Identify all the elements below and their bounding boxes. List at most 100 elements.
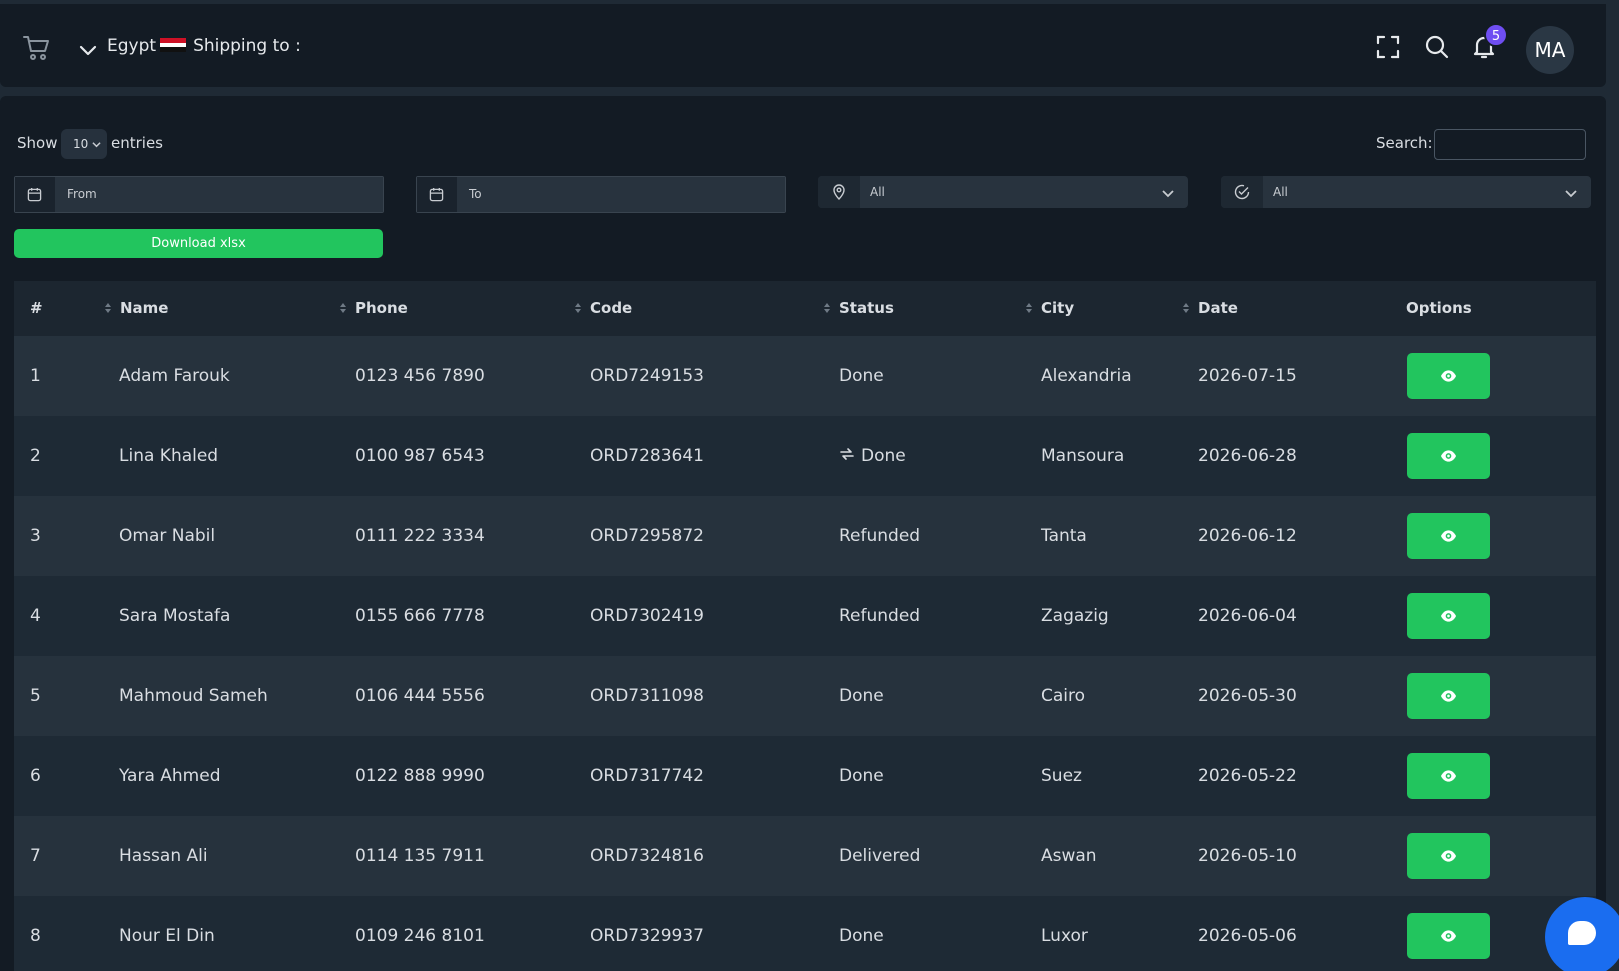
view-order-button[interactable] <box>1407 433 1490 479</box>
cell-status: Done <box>839 766 884 786</box>
search-icon[interactable] <box>1424 34 1450 60</box>
cell-code: ORD7249153 <box>590 366 704 386</box>
cell-date: 2026-05-30 <box>1198 686 1297 706</box>
cell-name: Omar Nabil <box>119 526 216 546</box>
column-header-phone[interactable]: Phone <box>355 281 408 336</box>
cart-icon[interactable] <box>22 34 50 62</box>
sort-icon[interactable] <box>823 302 831 314</box>
shipping-label: Shipping to : <box>193 36 301 56</box>
fullscreen-icon[interactable] <box>1375 34 1401 60</box>
column-header-city[interactable]: City <box>1041 281 1074 336</box>
view-order-button[interactable] <box>1407 593 1490 639</box>
calendar-icon <box>417 177 457 212</box>
status-filter-select[interactable]: All <box>1221 176 1591 208</box>
table-row: 2 Lina Khaled 0100 987 6543 ORD7283641 D… <box>14 416 1596 496</box>
column-header-code[interactable]: Code <box>590 281 632 336</box>
cell-number: 1 <box>30 366 41 386</box>
from-date-input[interactable]: From <box>55 177 383 212</box>
refresh-icon <box>840 448 854 460</box>
to-date-field[interactable]: To <box>416 176 786 213</box>
cell-date: 2026-06-28 <box>1198 446 1297 466</box>
from-date-field[interactable]: From <box>14 176 384 213</box>
cell-number: 6 <box>30 766 41 786</box>
cell-number: 3 <box>30 526 41 546</box>
cell-date: 2026-05-22 <box>1198 766 1297 786</box>
table-row: 5 Mahmoud Sameh 0106 444 5556 ORD7311098… <box>14 656 1596 736</box>
check-circle-icon <box>1221 176 1263 208</box>
sort-icon[interactable] <box>1025 302 1033 314</box>
view-order-button[interactable] <box>1407 673 1490 719</box>
cell-city: Zagazig <box>1041 606 1109 626</box>
cell-city: Suez <box>1041 766 1082 786</box>
table-row: 4 Sara Mostafa 0155 666 7778 ORD7302419 … <box>14 576 1596 656</box>
column-header-options: Options <box>1406 299 1472 317</box>
cell-phone: 0109 246 8101 <box>355 926 485 946</box>
cell-code: ORD7311098 <box>590 686 704 706</box>
search-label: Search: <box>1376 134 1433 152</box>
cell-status: Done <box>839 416 906 496</box>
show-label: Show <box>17 134 58 152</box>
table-row: 6 Yara Ahmed 0122 888 9990 ORD7317742 Do… <box>14 736 1596 816</box>
view-order-button[interactable] <box>1407 913 1490 959</box>
sort-icon[interactable] <box>574 302 582 314</box>
cell-code: ORD7302419 <box>590 606 704 626</box>
notification-badge: 5 <box>1484 23 1508 47</box>
search-input[interactable] <box>1434 129 1586 160</box>
chevron-down-icon <box>1162 190 1174 198</box>
column-header-date[interactable]: Date <box>1198 281 1238 336</box>
page-size-value: 10 <box>73 137 89 151</box>
cell-phone: 0100 987 6543 <box>355 446 485 466</box>
cell-number: 8 <box>30 926 41 946</box>
page-size-select[interactable]: 10 <box>61 129 107 159</box>
cell-city: Luxor <box>1041 926 1088 946</box>
calendar-icon <box>15 177 55 212</box>
cell-name: Mahmoud Sameh <box>119 686 268 706</box>
column-header-name[interactable]: Name <box>120 281 168 336</box>
cell-name: Hassan Ali <box>119 846 208 866</box>
eye-icon <box>1440 530 1457 542</box>
city-filter-select[interactable]: All <box>818 176 1188 208</box>
table-row: 8 Nour El Din 0109 246 8101 ORD7329937 D… <box>14 896 1596 971</box>
eye-icon <box>1440 370 1457 382</box>
chat-launcher-button[interactable] <box>1545 897 1619 971</box>
avatar[interactable]: MA <box>1526 26 1574 74</box>
cell-status: Done <box>839 366 884 386</box>
eye-icon <box>1440 930 1457 942</box>
cell-code: ORD7324816 <box>590 846 704 866</box>
view-order-button[interactable] <box>1407 833 1490 879</box>
cell-phone: 0106 444 5556 <box>355 686 485 706</box>
view-order-button[interactable] <box>1407 353 1490 399</box>
chevron-down-icon[interactable] <box>78 40 98 60</box>
sort-icon[interactable] <box>339 302 347 314</box>
view-order-button[interactable] <box>1407 513 1490 559</box>
cell-name: Adam Farouk <box>119 366 230 386</box>
sort-icon[interactable] <box>1182 302 1190 314</box>
cell-name: Lina Khaled <box>119 446 219 466</box>
table-row: 3 Omar Nabil 0111 222 3334 ORD7295872 Re… <box>14 496 1596 576</box>
sort-icon[interactable] <box>104 302 112 314</box>
orders-table: # Name Phone Code Status City Date Optio… <box>14 281 1596 971</box>
cell-status: Refunded <box>839 606 921 626</box>
shipping-country[interactable]: Egypt Shipping to : <box>107 36 301 56</box>
eye-icon <box>1440 450 1457 462</box>
table-row: 1 Adam Farouk 0123 456 7890 ORD7249153 D… <box>14 336 1596 416</box>
table-row: 7 Hassan Ali 0114 135 7911 ORD7324816 De… <box>14 816 1596 896</box>
column-header-status[interactable]: Status <box>839 281 894 336</box>
view-order-button[interactable] <box>1407 753 1490 799</box>
eye-icon <box>1440 770 1457 782</box>
cell-city: Mansoura <box>1041 446 1125 466</box>
cell-number: 5 <box>30 686 41 706</box>
eye-icon <box>1440 610 1457 622</box>
column-header-number[interactable]: # <box>30 281 43 336</box>
cell-phone: 0114 135 7911 <box>355 846 485 866</box>
chat-bubble-icon <box>1568 921 1596 945</box>
to-date-input[interactable]: To <box>457 177 785 212</box>
cell-code: ORD7329937 <box>590 926 704 946</box>
cell-date: 2026-06-04 <box>1198 606 1297 626</box>
cell-code: ORD7283641 <box>590 446 704 466</box>
eye-icon <box>1440 850 1457 862</box>
download-xlsx-button[interactable]: Download xlsx <box>14 229 383 258</box>
cell-city: Cairo <box>1041 686 1086 706</box>
cell-phone: 0123 456 7890 <box>355 366 485 386</box>
chevron-down-icon <box>92 142 101 148</box>
